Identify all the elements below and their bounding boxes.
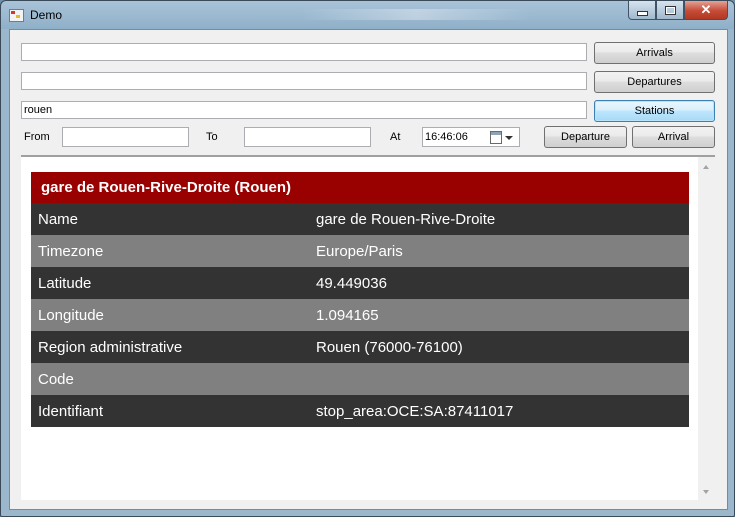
- row-value: Europe/Paris: [309, 235, 689, 267]
- row-label: Name: [31, 203, 309, 235]
- scroll-down-icon[interactable]: [703, 490, 709, 494]
- maximize-icon: [664, 5, 676, 15]
- station-header-row: gare de Rouen-Rive-Droite (Rouen): [31, 172, 689, 203]
- stations-input[interactable]: rouen: [21, 101, 587, 119]
- departures-button[interactable]: Departures: [594, 71, 715, 93]
- row-label: Code: [31, 363, 309, 395]
- vertical-scrollbar[interactable]: [698, 157, 715, 500]
- row-label: Identifiant: [31, 395, 309, 427]
- arrivals-button[interactable]: Arrivals: [594, 42, 715, 64]
- departure-button[interactable]: Departure: [544, 126, 627, 148]
- table-row: Timezone Europe/Paris: [31, 235, 689, 267]
- title-blur: [301, 9, 531, 20]
- station-table: gare de Rouen-Rive-Droite (Rouen) Name g…: [31, 172, 689, 427]
- to-label: To: [206, 131, 218, 143]
- table-row: Latitude 49.449036: [31, 267, 689, 299]
- table-row: Identifiant stop_area:OCE:SA:87411017: [31, 395, 689, 427]
- caption-buttons: ✕: [628, 1, 728, 21]
- station-header: gare de Rouen-Rive-Droite (Rouen): [31, 172, 689, 203]
- minimize-icon: [636, 10, 648, 16]
- table-row: Region administrative Rouen (76000-76100…: [31, 331, 689, 363]
- scroll-up-icon[interactable]: [703, 165, 709, 169]
- from-label: From: [24, 131, 50, 143]
- row-value: 49.449036: [309, 267, 689, 299]
- to-input[interactable]: [244, 127, 371, 147]
- departures-input[interactable]: [21, 72, 587, 90]
- row-value: stop_area:OCE:SA:87411017: [309, 395, 689, 427]
- row-label: Region administrative: [31, 331, 309, 363]
- table-row: Name gare de Rouen-Rive-Droite: [31, 203, 689, 235]
- window-title: Demo: [30, 8, 63, 22]
- table-row: Code: [31, 363, 689, 395]
- row-value: Rouen (76000-76100): [309, 331, 689, 363]
- app-window: Demo ✕ Arrivals Departures rouen Station…: [0, 0, 735, 517]
- results-view[interactable]: gare de Rouen-Rive-Droite (Rouen) Name g…: [21, 155, 715, 500]
- arrival-button[interactable]: Arrival: [632, 126, 715, 148]
- app-icon: [9, 9, 24, 22]
- close-icon: ✕: [700, 2, 712, 17]
- row-label: Timezone: [31, 235, 309, 267]
- chevron-down-icon[interactable]: [505, 136, 513, 140]
- maximize-button[interactable]: [656, 1, 684, 20]
- row-label: Latitude: [31, 267, 309, 299]
- row-label: Longitude: [31, 299, 309, 331]
- time-value: 16:46:06: [425, 131, 468, 143]
- row-value: 1.094165: [309, 299, 689, 331]
- arrivals-input[interactable]: [21, 43, 587, 61]
- stations-button[interactable]: Stations: [594, 100, 715, 122]
- client-area: Arrivals Departures rouen Stations From …: [9, 29, 728, 510]
- time-picker[interactable]: 16:46:06: [422, 127, 520, 147]
- calendar-icon[interactable]: [490, 131, 502, 144]
- at-label: At: [390, 131, 401, 143]
- title-bar[interactable]: Demo ✕: [1, 1, 734, 29]
- row-value: [309, 363, 689, 395]
- close-button[interactable]: ✕: [684, 1, 728, 20]
- from-input[interactable]: [62, 127, 189, 147]
- row-value: gare de Rouen-Rive-Droite: [309, 203, 689, 235]
- table-row: Longitude 1.094165: [31, 299, 689, 331]
- minimize-button[interactable]: [628, 1, 656, 20]
